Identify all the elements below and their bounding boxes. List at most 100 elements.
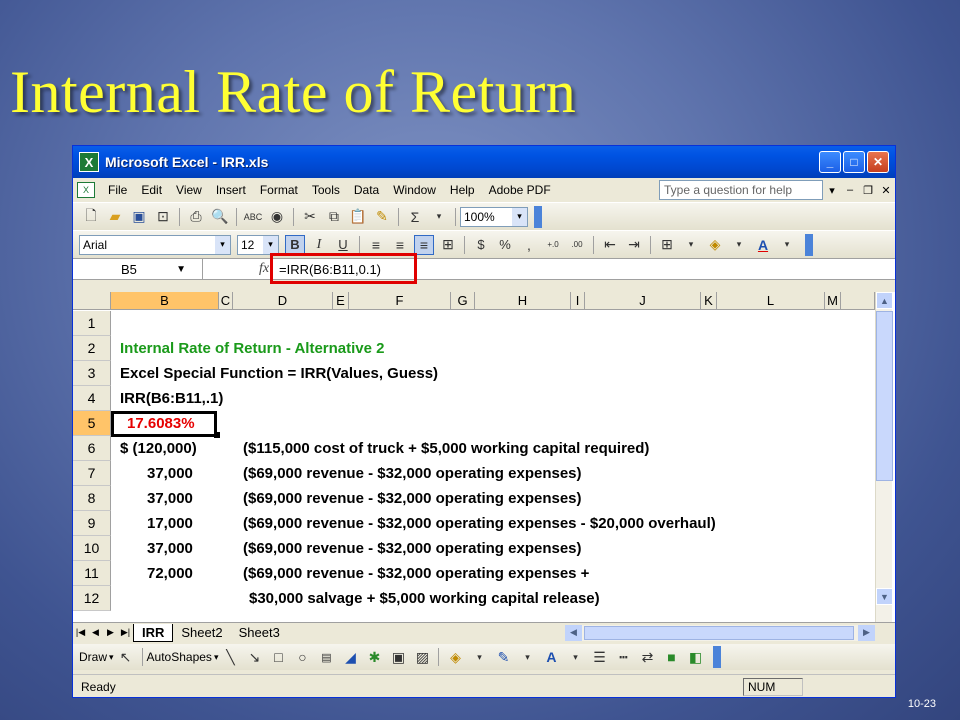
chevron-down-icon[interactable]: ▼: [176, 264, 186, 275]
name-box[interactable]: B5 ▼: [73, 259, 203, 279]
last-sheet-icon[interactable]: ▶|: [118, 627, 133, 638]
rectangle-icon[interactable]: □: [268, 647, 288, 667]
scroll-down-icon[interactable]: ▼: [876, 588, 893, 605]
fill-color-icon[interactable]: ◈: [705, 235, 725, 255]
chevron-down-icon[interactable]: ▾: [512, 207, 527, 226]
row-header[interactable]: 10: [73, 536, 111, 561]
row-header[interactable]: 1: [73, 311, 111, 336]
cell-b6[interactable]: $ (120,000): [120, 436, 197, 461]
percent-icon[interactable]: %: [495, 235, 515, 255]
close-button[interactable]: ✕: [867, 151, 889, 173]
column-header-l[interactable]: L: [717, 292, 825, 310]
font-color-icon[interactable]: A: [753, 235, 773, 255]
doc-close-icon[interactable]: ✕: [877, 184, 895, 197]
scroll-right-icon[interactable]: ▶: [858, 624, 875, 641]
research-icon[interactable]: ◉: [267, 207, 287, 227]
cell-b9[interactable]: 17,000: [147, 511, 193, 536]
align-right-icon[interactable]: ≡: [414, 234, 434, 255]
row-header[interactable]: 9: [73, 511, 111, 536]
column-header-i[interactable]: I: [571, 292, 585, 310]
menu-help[interactable]: Help: [443, 183, 482, 197]
shadow-style-icon[interactable]: ■: [661, 647, 681, 667]
row-header[interactable]: 2: [73, 336, 111, 361]
column-header-m[interactable]: M: [825, 292, 841, 310]
column-header-e[interactable]: E: [333, 292, 349, 310]
permission-icon[interactable]: ⊡: [153, 207, 173, 227]
cell-d9[interactable]: ($69,000 revenue - $32,000 operating exp…: [243, 511, 716, 536]
minimize-button[interactable]: _: [819, 151, 841, 173]
row-header[interactable]: 5: [73, 411, 111, 436]
column-header-j[interactable]: J: [585, 292, 701, 310]
cell-d6[interactable]: ($115,000 cost of truck + $5,000 working…: [243, 436, 649, 461]
chevron-down-icon[interactable]: ▾: [777, 235, 797, 255]
copy-icon[interactable]: ⧉: [324, 207, 344, 227]
cell-d11[interactable]: ($69,000 revenue - $32,000 operating exp…: [243, 561, 589, 586]
spreadsheet-grid[interactable]: B C D E F G H I J K L M 1 2 3 4 5 6 7 8 …: [73, 292, 895, 622]
chevron-down-icon[interactable]: ▾: [214, 652, 219, 663]
chevron-down-icon[interactable]: ▾: [681, 235, 701, 255]
chevron-down-icon[interactable]: ▾: [517, 647, 537, 667]
borders-icon[interactable]: ⊞: [657, 235, 677, 255]
menu-insert[interactable]: Insert: [209, 183, 253, 197]
cell-b4[interactable]: IRR(B6:B11,.1): [120, 386, 223, 411]
scroll-left-icon[interactable]: ◀: [565, 624, 582, 641]
comma-style-icon[interactable]: ,: [519, 235, 539, 255]
chevron-down-icon[interactable]: ▾: [729, 235, 749, 255]
fx-icon[interactable]: fx: [203, 261, 275, 277]
arrow-icon[interactable]: ↘: [244, 647, 264, 667]
chevron-down-icon[interactable]: ▾: [823, 184, 841, 197]
vertical-scrollbar[interactable]: ▲ ▼: [875, 292, 893, 622]
format-painter-icon[interactable]: ✎: [372, 207, 392, 227]
diagram-icon[interactable]: ✱: [364, 647, 384, 667]
menu-view[interactable]: View: [169, 183, 209, 197]
row-header[interactable]: 12: [73, 586, 111, 611]
merge-center-icon[interactable]: ⊞: [438, 235, 458, 255]
underline-button[interactable]: U: [333, 235, 353, 255]
cell-d8[interactable]: ($69,000 revenue - $32,000 operating exp…: [243, 486, 582, 511]
zoom-select[interactable]: 100% ▾: [460, 206, 528, 227]
decrease-decimal-icon[interactable]: .00: [567, 235, 587, 255]
bold-button[interactable]: B: [285, 234, 305, 255]
chevron-down-icon[interactable]: ▾: [109, 652, 114, 663]
wordart-icon[interactable]: ◢: [340, 647, 360, 667]
increase-indent-icon[interactable]: ⇥: [624, 235, 644, 255]
cut-icon[interactable]: ✂: [300, 207, 320, 227]
cell-b8[interactable]: 37,000: [147, 486, 193, 511]
cell-d12[interactable]: $30,000 salvage + $5,000 working capital…: [249, 586, 600, 611]
column-header-h[interactable]: H: [475, 292, 571, 310]
line-style-icon[interactable]: ☰: [589, 647, 609, 667]
column-header-b[interactable]: B: [111, 292, 219, 310]
prev-sheet-icon[interactable]: ◀: [88, 627, 103, 638]
arrow-style-icon[interactable]: ⇄: [637, 647, 657, 667]
next-sheet-icon[interactable]: ▶: [103, 627, 118, 638]
horizontal-scrollbar[interactable]: ◀ ▶: [565, 624, 875, 641]
cell-d7[interactable]: ($69,000 revenue - $32,000 operating exp…: [243, 461, 582, 486]
chevron-down-icon[interactable]: ▾: [263, 235, 278, 254]
3d-style-icon[interactable]: ◧: [685, 647, 705, 667]
scroll-up-icon[interactable]: ▲: [876, 292, 893, 309]
cell-b2[interactable]: Internal Rate of Return - Alternative 2: [120, 336, 385, 361]
align-left-icon[interactable]: ≡: [366, 235, 386, 255]
horizontal-scroll-thumb[interactable]: [584, 625, 854, 640]
doc-minimize-icon[interactable]: –: [841, 184, 859, 196]
align-center-icon[interactable]: ≡: [390, 235, 410, 255]
toolbar-options-icon[interactable]: [713, 646, 722, 668]
row-header[interactable]: 7: [73, 461, 111, 486]
chevron-down-icon[interactable]: ▾: [565, 647, 585, 667]
row-header[interactable]: 8: [73, 486, 111, 511]
toolbar-options-icon[interactable]: [805, 233, 813, 256]
insert-picture-icon[interactable]: ▨: [412, 647, 432, 667]
column-header-d[interactable]: D: [233, 292, 333, 310]
menu-file[interactable]: File: [101, 183, 134, 197]
italic-button[interactable]: I: [309, 235, 329, 255]
maximize-button[interactable]: □: [843, 151, 865, 173]
doc-restore-icon[interactable]: ❐: [859, 184, 877, 197]
font-name-select[interactable]: Arial ▾: [79, 234, 231, 255]
autoshapes-menu-button[interactable]: AutoShapes: [147, 650, 214, 664]
first-sheet-icon[interactable]: |◀: [73, 627, 88, 638]
column-header-g[interactable]: G: [451, 292, 475, 310]
print-preview-icon[interactable]: 🔍: [210, 207, 230, 227]
select-objects-icon[interactable]: ↖: [116, 647, 136, 667]
clip-art-icon[interactable]: ▣: [388, 647, 408, 667]
draw-menu-button[interactable]: Draw: [79, 650, 109, 664]
